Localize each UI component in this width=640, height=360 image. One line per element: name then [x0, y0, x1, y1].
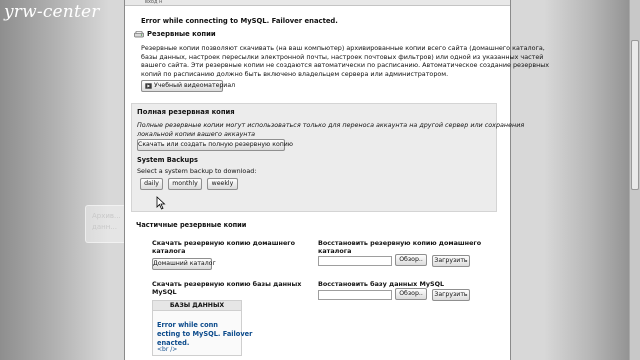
databases-error-line: ecting to MySQL. Failover: [157, 330, 253, 338]
home-restore-file-input[interactable]: [318, 256, 392, 266]
full-backup-description-line: Полные резервные копии могут использоват…: [137, 121, 525, 129]
databases-error-line: Error while conn: [157, 321, 218, 329]
databases-box: БАЗЫ ДАННЫХ Error while conn ecting to M…: [152, 300, 252, 356]
full-backup-button[interactable]: Скачать или создать полную резервную коп…: [137, 139, 293, 151]
scroll-thumb[interactable]: [631, 40, 639, 190]
watermark: yrw-center: [4, 2, 100, 22]
databases-error-text: Error while conn ecting to MySQL. Failov…: [157, 321, 252, 348]
window-scrollbar[interactable]: [629, 0, 640, 360]
home-restore-browse-button[interactable]: Обзор..: [395, 254, 427, 266]
panel-header: вход н: [125, 0, 510, 6]
mouse-pointer-icon: [156, 196, 166, 210]
full-backup-title: Полная резервная копия: [137, 108, 235, 116]
backups-description-line: вашего сайта. Эти резервные копии не соз…: [141, 61, 550, 69]
db-restore-browse-button[interactable]: Обзор..: [395, 288, 427, 300]
system-backups-prompt: Select a system backup to download:: [137, 167, 257, 175]
video-tutorial-button[interactable]: Учебный видеоматериал: [141, 80, 235, 92]
monthly-backup-button[interactable]: monthly: [168, 178, 202, 190]
backups-description-line: базы данных, настроек пересылки электрон…: [141, 52, 544, 61]
video-tutorial-label: Учебный видеоматериал: [154, 82, 236, 89]
backups-description-line: копий по расписанию должно быть включено…: [141, 69, 449, 78]
backups-description-line: Резервные копии позволяют скачивать (на …: [141, 44, 545, 52]
home-restore-label: каталога: [318, 247, 352, 255]
home-download-label: каталога: [152, 247, 186, 255]
db-download-label: MySQL: [152, 288, 177, 296]
backups-title: Резервные копии: [147, 30, 216, 38]
full-backup-description-line: локальной копии вашего аккаунта: [137, 129, 256, 138]
db-restore-file-input[interactable]: [318, 290, 392, 300]
daily-backup-button[interactable]: daily: [140, 178, 163, 190]
mysql-error-message: Error while connecting to MySQL. Failove…: [141, 17, 338, 25]
databases-br-tag: <br />: [157, 346, 178, 353]
home-restore-upload-button[interactable]: Загрузить: [432, 255, 470, 267]
video-icon: [145, 83, 152, 89]
system-backups-title: System Backups: [137, 156, 198, 164]
partial-backups-title: Частичные резервные копии: [136, 221, 247, 229]
databases-box-header: БАЗЫ ДАННЫХ: [153, 301, 241, 311]
home-directory-button[interactable]: Домашний каталог: [152, 258, 216, 270]
db-restore-upload-button[interactable]: Загрузить: [432, 289, 470, 301]
weekly-backup-button[interactable]: weekly: [207, 178, 238, 190]
backup-drive-icon: [134, 31, 144, 38]
